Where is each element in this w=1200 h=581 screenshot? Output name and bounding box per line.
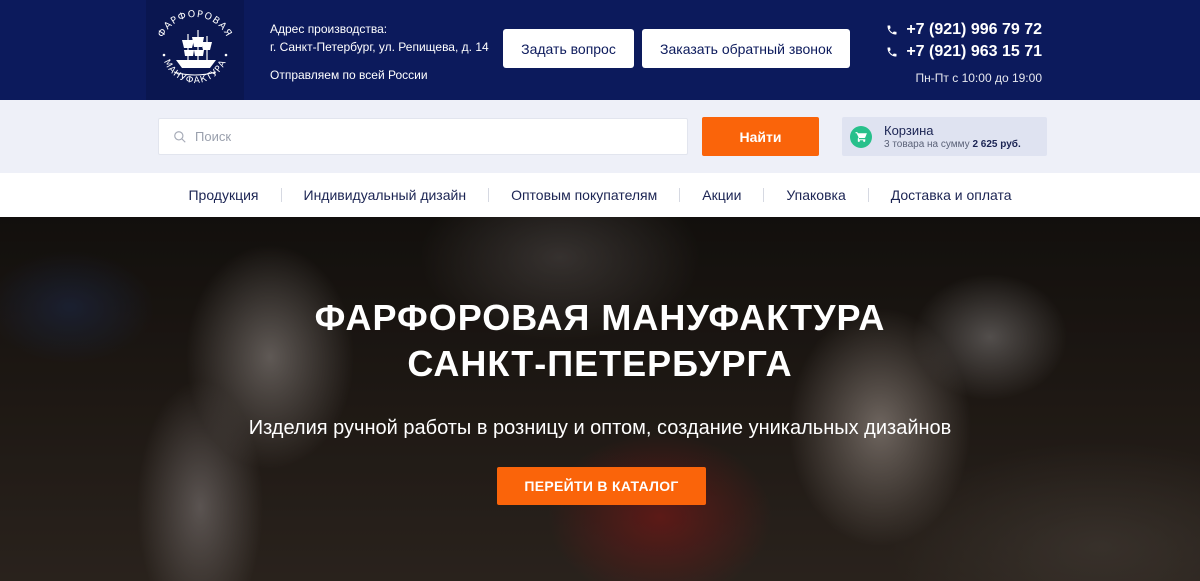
cart-text: Корзина 3 товара на сумму 2 625 руб. <box>884 123 1021 151</box>
site-header: ФАРФОРОВАЯ МАНУФАКТУРА Адрес производств… <box>0 0 1200 100</box>
production-address: Адрес производства: г. Санкт-Петербург, … <box>270 20 489 84</box>
hero-background-image <box>0 217 1200 581</box>
nav-item-wholesale[interactable]: Оптовым покупателям <box>489 187 679 203</box>
search-bar-zone: Найти Корзина 3 товара на сумму 2 625 ру… <box>0 100 1200 173</box>
phone-icon <box>887 47 897 57</box>
hero-subtitle: Изделия ручной работы в розницу и оптом,… <box>248 417 952 439</box>
main-nav: Продукция Индивидуальный дизайн Оптовым … <box>0 173 1200 217</box>
search-input[interactable] <box>195 129 675 144</box>
hero-title: ФАРФОРОВАЯ МАНУФАКТУРА САНКТ-ПЕТЕРБУРГА <box>0 295 1200 387</box>
phones-block: +7 (921) 996 79 72 +7 (921) 963 15 71 Пн… <box>886 19 1042 85</box>
ship-emblem-icon: ФАРФОРОВАЯ МАНУФАКТУРА <box>156 9 234 86</box>
search-icon <box>174 130 186 143</box>
working-hours: Пн-Пт с 10:00 до 19:00 <box>915 71 1042 85</box>
cart-icon <box>850 125 872 148</box>
phone-number-2: +7 (921) 963 15 71 <box>906 43 1042 60</box>
nav-item-promotions[interactable]: Акции <box>680 187 763 203</box>
hero-title-line-1: ФАРФОРОВАЯ МАНУФАКТУРА <box>314 297 886 338</box>
logo[interactable]: ФАРФОРОВАЯ МАНУФАКТУРА <box>146 0 244 100</box>
nav-item-products[interactable]: Продукция <box>166 187 280 203</box>
cart-title: Корзина <box>884 122 934 138</box>
cart[interactable]: Корзина 3 товара на сумму 2 625 руб. <box>842 117 1047 156</box>
phone-2[interactable]: +7 (921) 963 15 71 <box>886 41 1042 63</box>
callback-button[interactable]: Заказать обратный звонок <box>642 29 850 68</box>
nav-item-delivery[interactable]: Доставка и оплата <box>869 187 1034 203</box>
svg-text:ФАРФОРОВАЯ: ФАРФОРОВАЯ <box>156 9 234 40</box>
ask-question-button[interactable]: Задать вопрос <box>503 29 634 68</box>
go-to-catalog-button[interactable]: ПЕРЕЙТИ В КАТАЛОГ <box>497 467 706 505</box>
search-button[interactable]: Найти <box>702 117 819 156</box>
cart-summary-amount: 2 625 руб. <box>972 138 1021 150</box>
logo-text-top: ФАРФОРОВАЯ <box>156 9 233 40</box>
nav-item-packaging[interactable]: Упаковка <box>764 187 867 203</box>
cart-summary: 3 товара на сумму 2 625 руб. <box>884 138 1021 151</box>
nav-item-custom-design[interactable]: Индивидуальный дизайн <box>282 187 489 203</box>
hero-banner: ФАРФОРОВАЯ МАНУФАКТУРА САНКТ-ПЕТЕРБУРГА … <box>0 217 1200 581</box>
cart-summary-prefix: 3 товара на сумму <box>884 138 970 150</box>
shipping-info: Отправляем по всей России <box>270 68 428 82</box>
phone-1[interactable]: +7 (921) 996 79 72 <box>886 19 1042 41</box>
address-label: Адрес производства: <box>270 22 388 36</box>
address-value: г. Санкт-Петербург, ул. Репищева, д. 14 <box>270 40 489 54</box>
hero-title-line-2: САНКТ-ПЕТЕРБУРГА <box>407 343 793 384</box>
phone-icon <box>887 25 897 35</box>
search-box[interactable] <box>158 118 688 155</box>
phone-number-1: +7 (921) 996 79 72 <box>906 21 1042 38</box>
